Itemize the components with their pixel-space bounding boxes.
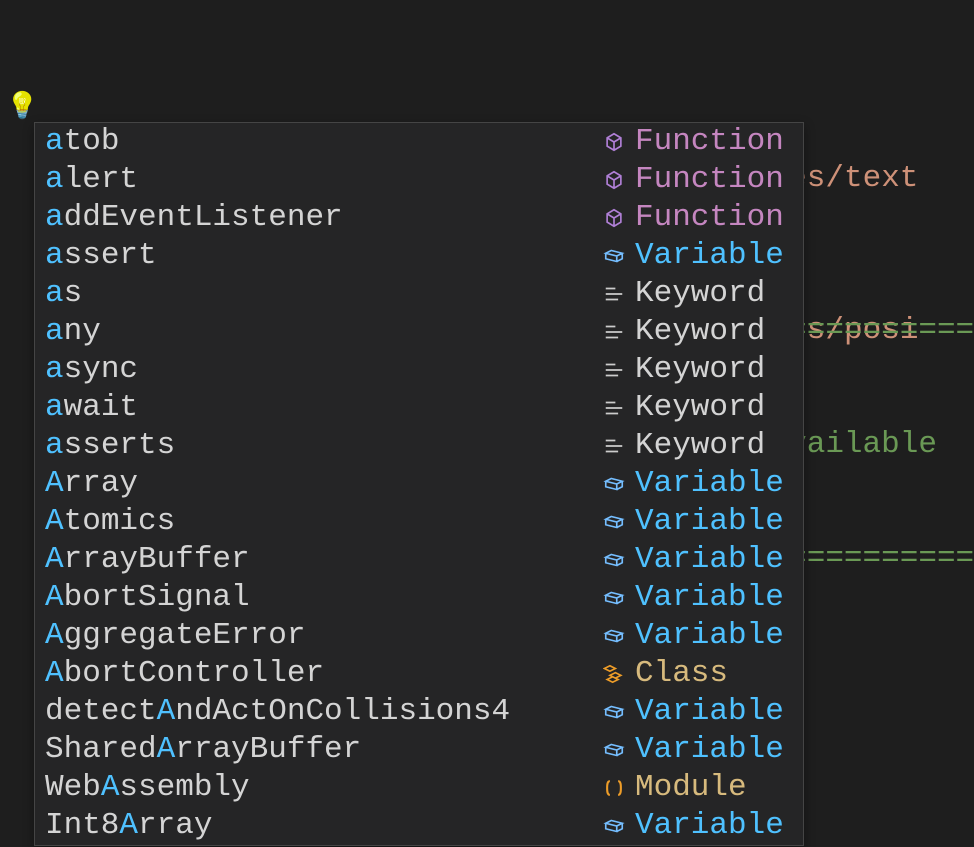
variable-icon — [597, 625, 631, 647]
suggest-item-kind: Module — [631, 769, 803, 807]
suggest-item[interactable]: alert Function — [35, 161, 803, 199]
variable-icon — [597, 701, 631, 723]
suggest-item[interactable]: Int8Array Variable — [35, 807, 803, 845]
variable-icon — [597, 815, 631, 837]
suggest-item-kind: Variable — [631, 541, 803, 579]
suggest-item[interactable]: as Keyword — [35, 275, 803, 313]
suggest-item[interactable]: assert Variable — [35, 237, 803, 275]
suggest-item[interactable]: ArrayBuffer Variable — [35, 541, 803, 579]
suggest-item-name: AbortSignal — [45, 579, 597, 617]
suggest-item-kind: Class — [631, 655, 803, 693]
suggest-item[interactable]: async Keyword — [35, 351, 803, 389]
suggest-item[interactable]: WebAssembly Module — [35, 769, 803, 807]
suggest-item-kind: Keyword — [631, 427, 803, 465]
code-editor[interactable]: import { createText } from "./new-entiti… — [0, 0, 974, 847]
suggest-item-name: assert — [45, 237, 597, 275]
variable-icon — [597, 587, 631, 609]
suggest-item[interactable]: AbortController Class — [35, 655, 803, 693]
suggest-item-name: Int8Array — [45, 807, 597, 845]
variable-icon — [597, 511, 631, 533]
suggest-item-name: addEventListener — [45, 199, 597, 237]
keyword-icon — [597, 435, 631, 457]
suggest-item[interactable]: AbortSignal Variable — [35, 579, 803, 617]
function-icon — [597, 207, 631, 229]
suggest-item-name: await — [45, 389, 597, 427]
suggest-item-name: AbortController — [45, 655, 597, 693]
suggest-item-name: SharedArrayBuffer — [45, 731, 597, 769]
suggest-item-kind: Function — [631, 199, 803, 237]
suggest-item[interactable]: addEventListener Function — [35, 199, 803, 237]
suggest-item[interactable]: Atomics Variable — [35, 503, 803, 541]
variable-icon — [597, 549, 631, 571]
suggest-item-kind: Variable — [631, 693, 803, 731]
suggest-item-name: WebAssembly — [45, 769, 597, 807]
suggest-item-name: any — [45, 313, 597, 351]
variable-icon — [597, 473, 631, 495]
suggest-item-name: ArrayBuffer — [45, 541, 597, 579]
suggest-item-kind: Function — [631, 161, 803, 199]
suggest-item[interactable]: any Keyword — [35, 313, 803, 351]
variable-icon — [597, 245, 631, 267]
suggest-item-kind: Keyword — [631, 351, 803, 389]
lightbulb-icon[interactable]: 💡 — [6, 88, 38, 126]
suggest-item[interactable]: atob Function — [35, 123, 803, 161]
suggest-item[interactable]: detectAndActOnCollisions4 Variable — [35, 693, 803, 731]
suggest-item-name: alert — [45, 161, 597, 199]
suggest-item-name: Atomics — [45, 503, 597, 541]
suggest-item-kind: Variable — [631, 237, 803, 275]
suggest-item-kind: Variable — [631, 807, 803, 845]
suggest-item-name: as — [45, 275, 597, 313]
suggest-item-name: atob — [45, 123, 597, 161]
suggest-item-name: AggregateError — [45, 617, 597, 655]
suggest-item-kind: Variable — [631, 579, 803, 617]
suggest-item-kind: Keyword — [631, 275, 803, 313]
variable-icon — [597, 739, 631, 761]
suggest-item-kind: Variable — [631, 503, 803, 541]
suggest-item-kind: Keyword — [631, 313, 803, 351]
suggest-item-kind: Variable — [631, 617, 803, 655]
suggest-item-kind: Variable — [631, 731, 803, 769]
function-icon — [597, 131, 631, 153]
suggest-item[interactable]: await Keyword — [35, 389, 803, 427]
keyword-icon — [597, 397, 631, 419]
suggest-item-name: async — [45, 351, 597, 389]
suggest-widget[interactable]: atobFunctionalertFunctionaddEventListene… — [34, 122, 804, 846]
keyword-icon — [597, 321, 631, 343]
suggest-item-kind: Keyword — [631, 389, 803, 427]
suggest-item[interactable]: Array Variable — [35, 465, 803, 503]
suggest-item[interactable]: SharedArrayBuffer Variable — [35, 731, 803, 769]
suggest-item[interactable]: AggregateError Variable — [35, 617, 803, 655]
suggest-item-name: asserts — [45, 427, 597, 465]
suggest-item-kind: Variable — [631, 465, 803, 503]
class-icon — [597, 663, 631, 685]
suggest-item-name: detectAndActOnCollisions4 — [45, 693, 597, 731]
suggest-item-name: Array — [45, 465, 597, 503]
suggest-item-kind: Function — [631, 123, 803, 161]
suggest-item[interactable]: asserts Keyword — [35, 427, 803, 465]
keyword-icon — [597, 359, 631, 381]
keyword-icon — [597, 283, 631, 305]
function-icon — [597, 169, 631, 191]
module-icon — [597, 777, 631, 799]
